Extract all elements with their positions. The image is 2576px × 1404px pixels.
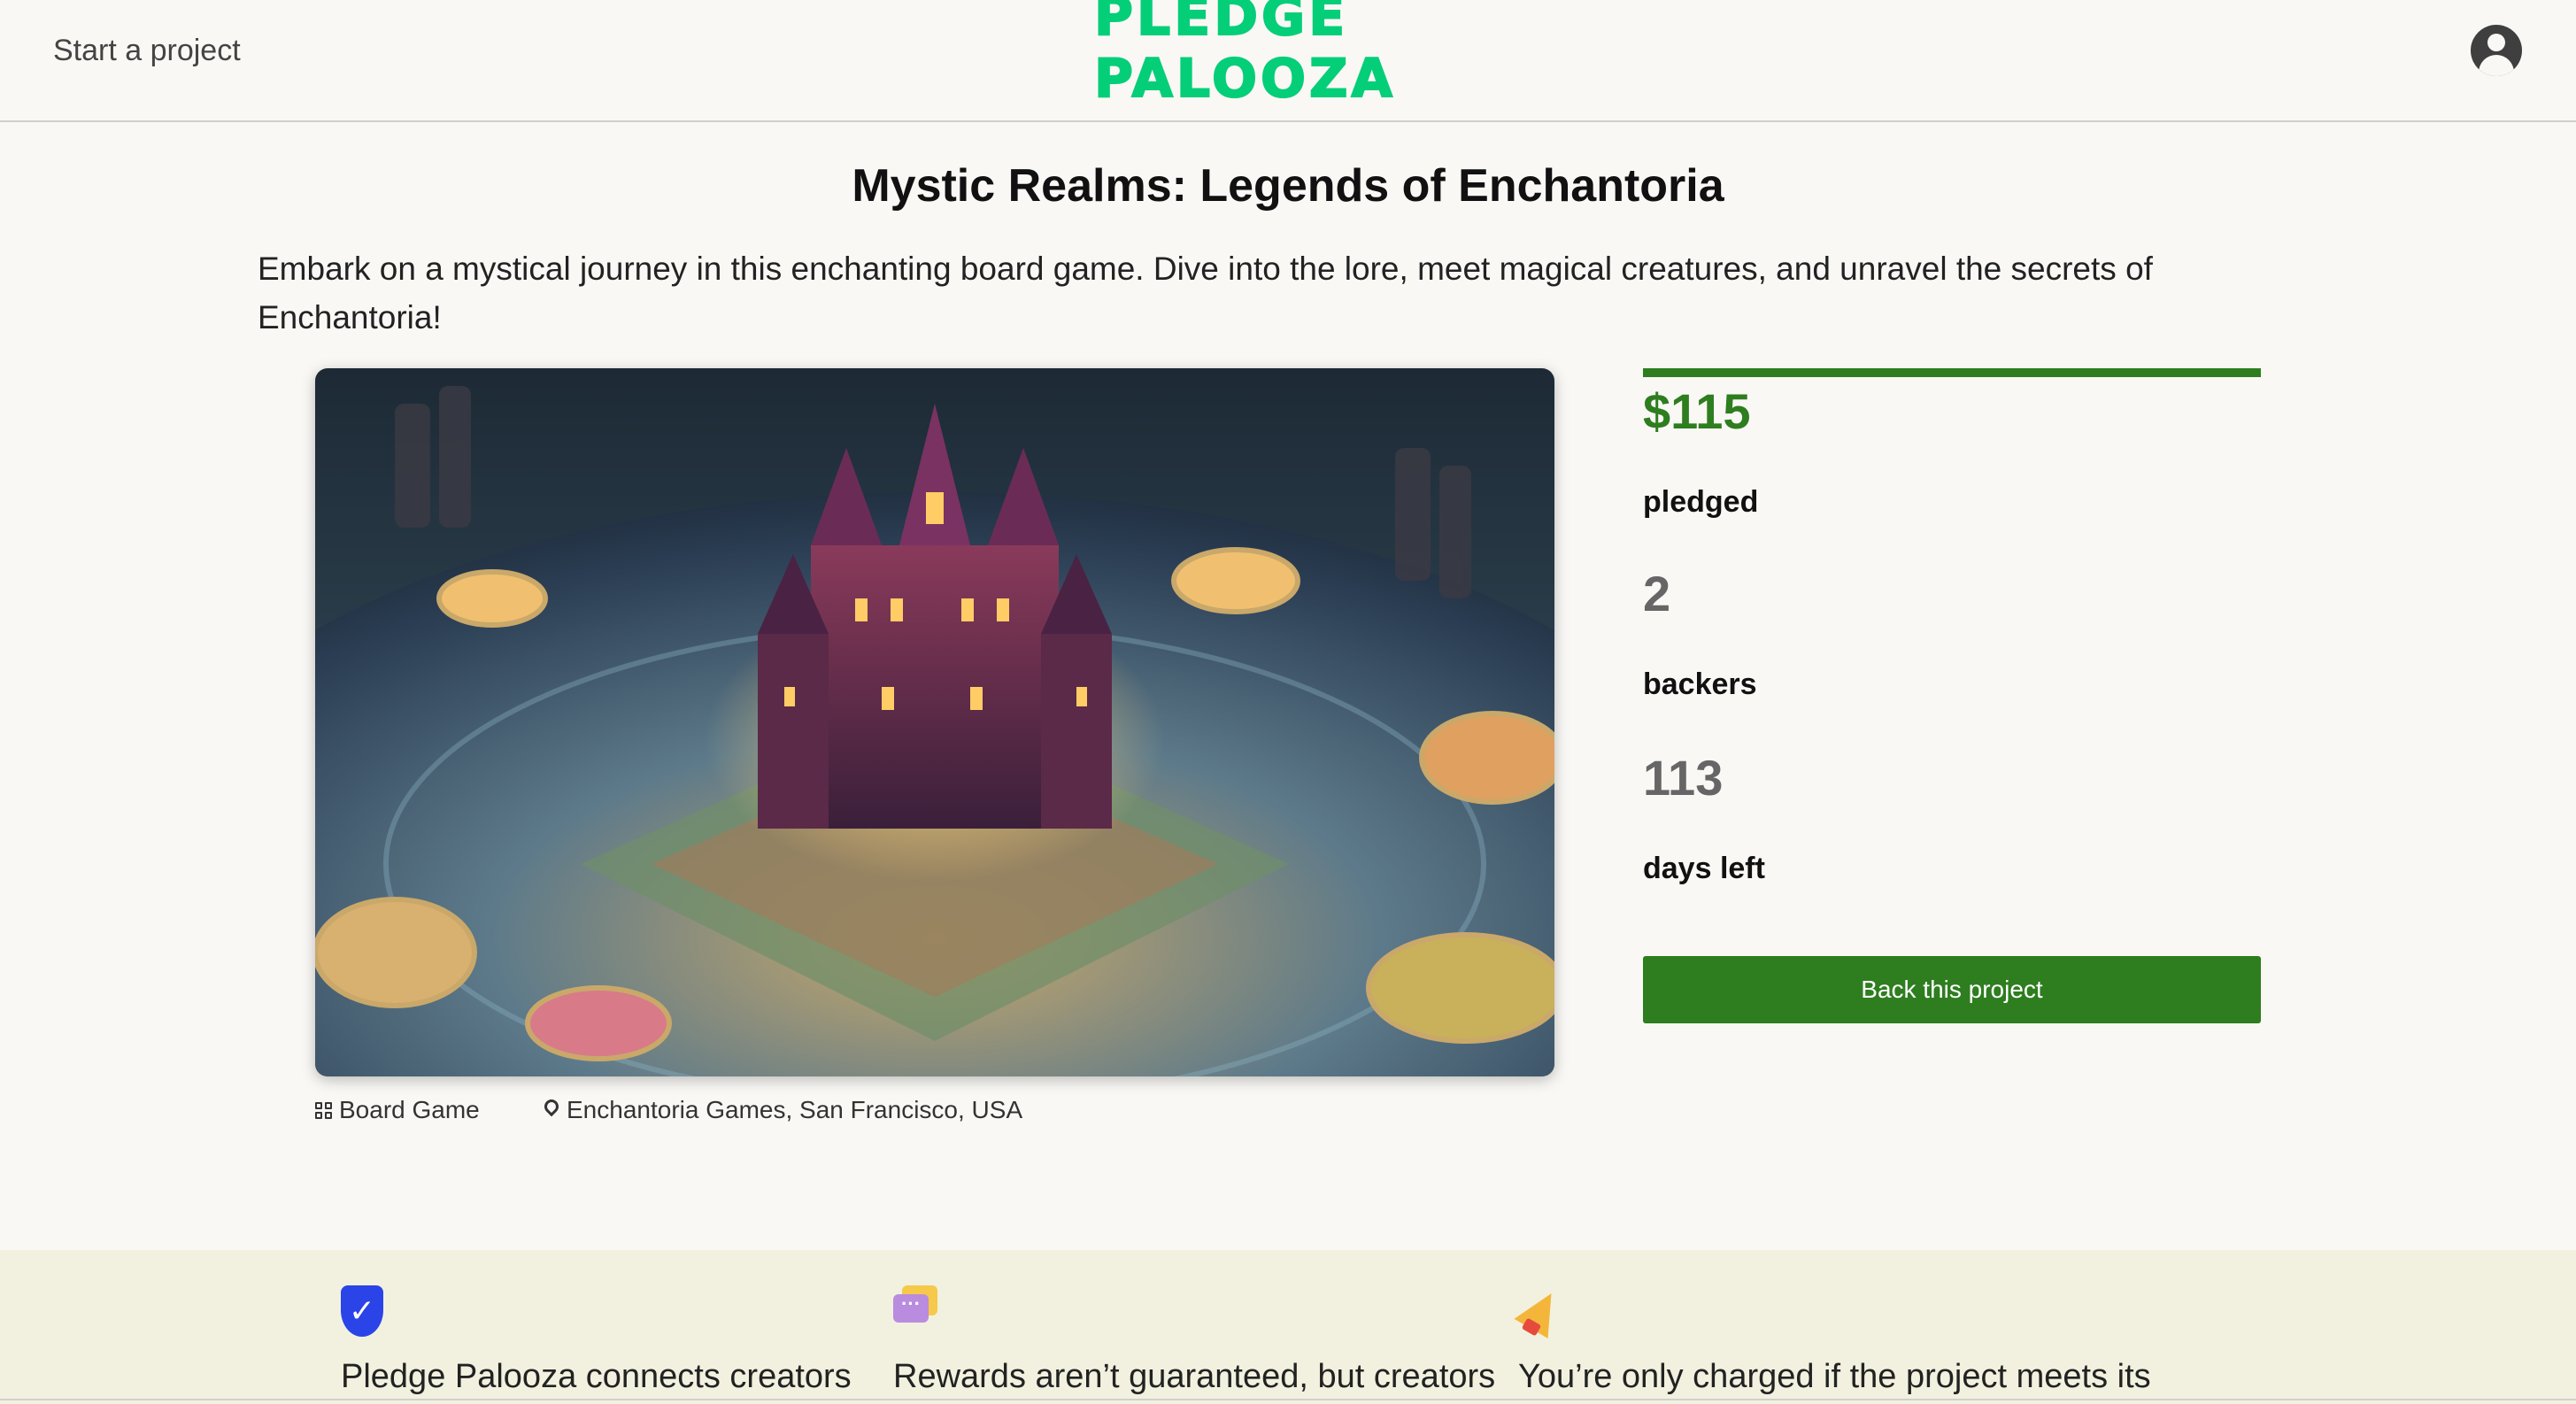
back-project-button[interactable]: Back this project: [1643, 956, 2261, 1023]
megaphone-icon: [1514, 1284, 1569, 1338]
project-description: Embark on a mystical journey in this enc…: [258, 251, 2153, 336]
project-title: Mystic Realms: Legends of Enchantoria: [852, 160, 1724, 212]
category-tag[interactable]: Board Game: [315, 1096, 480, 1124]
account-avatar-icon[interactable]: [2471, 25, 2522, 76]
backers-count: 2: [1643, 566, 1671, 621]
promise-text: You’re only charged if the project meets…: [1518, 1358, 2151, 1395]
promise-text: Pledge Palooza connects creators: [341, 1358, 852, 1395]
pledged-label: pledged: [1643, 485, 1759, 519]
days-left-count: 113: [1643, 750, 1724, 806]
pledged-amount: $115: [1643, 383, 1751, 439]
project-hero-image: [315, 368, 1554, 1076]
funding-progress-bar: [1643, 368, 2261, 377]
location-pin-icon: [544, 1099, 559, 1121]
days-left-label: days left: [1643, 852, 1765, 885]
footer-divider: [0, 1399, 2576, 1400]
site-logo[interactable]: Pledge Palooza: [1093, 0, 1616, 111]
start-project-link[interactable]: Start a project: [53, 34, 241, 68]
trust-and-safety-band: ✓ Pledge Palooza connects creators ··· R…: [0, 1250, 2576, 1404]
promise-text: Rewards aren’t guaranteed, but creators: [893, 1358, 1496, 1395]
category-grid-icon: [315, 1101, 332, 1119]
location-tag[interactable]: Enchantoria Games, San Francisco, USA: [544, 1096, 1022, 1124]
location-label: Enchantoria Games, San Francisco, USA: [567, 1096, 1023, 1123]
board-game-illustration: [315, 368, 1554, 1076]
shield-check-icon: ✓: [341, 1285, 383, 1337]
category-label: Board Game: [339, 1096, 480, 1123]
backers-label: backers: [1643, 667, 1757, 701]
top-navigation: Start a project Pledge Palooza: [0, 0, 2576, 122]
funding-progress-fill: [1643, 368, 2261, 377]
chat-bubbles-icon: ···: [893, 1285, 937, 1337]
